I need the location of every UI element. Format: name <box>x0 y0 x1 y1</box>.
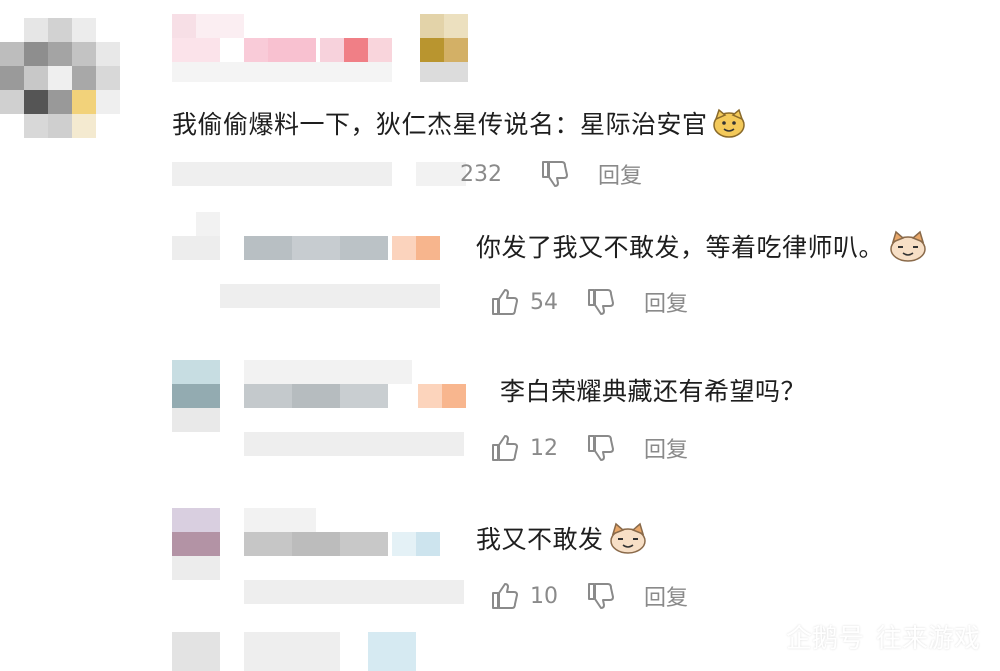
username[interactable] <box>172 360 472 460</box>
thumbs-up-icon[interactable] <box>490 434 520 462</box>
like-count: 232 <box>460 161 502 187</box>
thumbs-down-icon[interactable] <box>540 160 570 188</box>
smiling-cat-emoji-icon <box>712 107 746 145</box>
reply-button[interactable]: 回复 <box>644 286 688 318</box>
thumbs-down-icon[interactable] <box>586 288 616 316</box>
meta-blurred <box>172 162 472 186</box>
avatar[interactable] <box>0 18 122 140</box>
like-count: 12 <box>530 435 558 461</box>
comment-text: 我又不敢发 <box>476 520 648 561</box>
smiling-cat-emoji-icon <box>888 229 928 269</box>
watermark-brand: 企鹅号 <box>785 624 864 654</box>
comment-text: 你发了我又不敢发，等着吃律师叭。 <box>476 228 928 269</box>
watermark: 企鹅号 往来游戏 <box>748 616 980 657</box>
reply-button[interactable]: 回复 <box>644 432 688 464</box>
comment-text: 李白荣耀典藏还有希望吗？ <box>500 377 807 406</box>
username[interactable] <box>172 14 472 84</box>
thumbs-down-icon[interactable] <box>586 582 616 610</box>
reply-button[interactable]: 回复 <box>598 158 642 190</box>
smiling-cat-emoji-icon <box>608 521 648 561</box>
username[interactable] <box>172 212 472 312</box>
comment-text: 我偷偷爆料一下，狄仁杰星传说名：星际治安官 <box>172 105 746 145</box>
thumbs-up-icon[interactable] <box>490 582 520 610</box>
reply-button[interactable]: 回复 <box>644 580 688 612</box>
thumbs-up-icon[interactable] <box>490 288 520 316</box>
username[interactable] <box>172 508 472 608</box>
username[interactable] <box>172 632 432 671</box>
penguin-logo-icon <box>748 616 778 657</box>
like-count: 54 <box>530 289 558 315</box>
thumbs-down-icon[interactable] <box>586 434 616 462</box>
watermark-account: 往来游戏 <box>875 624 980 654</box>
like-count: 10 <box>530 583 558 609</box>
